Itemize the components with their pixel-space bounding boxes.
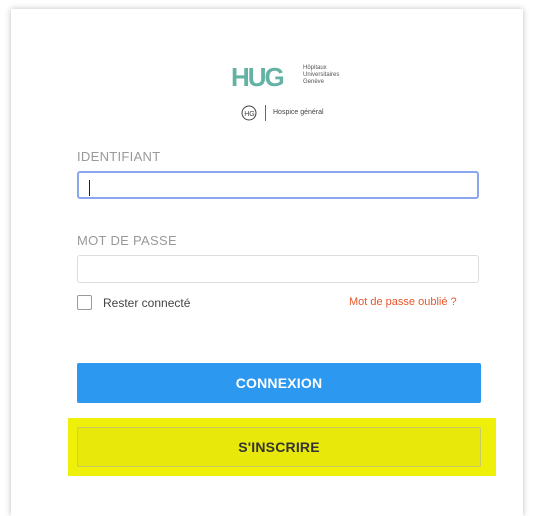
- text-caret: [89, 180, 90, 196]
- remember-checkbox[interactable]: [77, 295, 92, 310]
- svg-text:HUG: HUG: [231, 63, 284, 89]
- hug-caption-line-2: Universitaires: [303, 72, 340, 78]
- identifiant-input[interactable]: [77, 171, 479, 199]
- hospice-label: Hospice général: [273, 109, 324, 116]
- identifiant-label: IDENTIFIANT: [77, 149, 161, 164]
- forgot-password-link[interactable]: Mot de passe oublié ?: [349, 296, 457, 308]
- hospice-general-icon: HG: [241, 105, 257, 121]
- svg-text:HG: HG: [244, 111, 255, 118]
- hug-caption-line-1: Hôpitaux: [303, 65, 327, 71]
- password-label: MOT DE PASSE: [77, 233, 177, 248]
- hug-logo: HUG: [231, 63, 286, 89]
- hug-caption: Hôpitaux Universitaires Genève: [303, 65, 373, 86]
- hospice-logo-row: HG Hospice général: [241, 105, 381, 125]
- remember-label[interactable]: Rester connecté: [103, 296, 190, 310]
- login-button[interactable]: CONNEXION: [77, 363, 481, 403]
- password-input[interactable]: [77, 255, 479, 283]
- hug-logo-row: HUG Hôpitaux Universitaires Genève: [231, 63, 361, 93]
- login-card: HUG Hôpitaux Universitaires Genève HG Ho…: [11, 9, 523, 516]
- logo-block: HUG Hôpitaux Universitaires Genève HG Ho…: [11, 55, 523, 135]
- logo-separator: [265, 105, 266, 121]
- hug-caption-line-3: Genève: [303, 79, 325, 85]
- signup-button[interactable]: S'INSCRIRE: [77, 427, 481, 467]
